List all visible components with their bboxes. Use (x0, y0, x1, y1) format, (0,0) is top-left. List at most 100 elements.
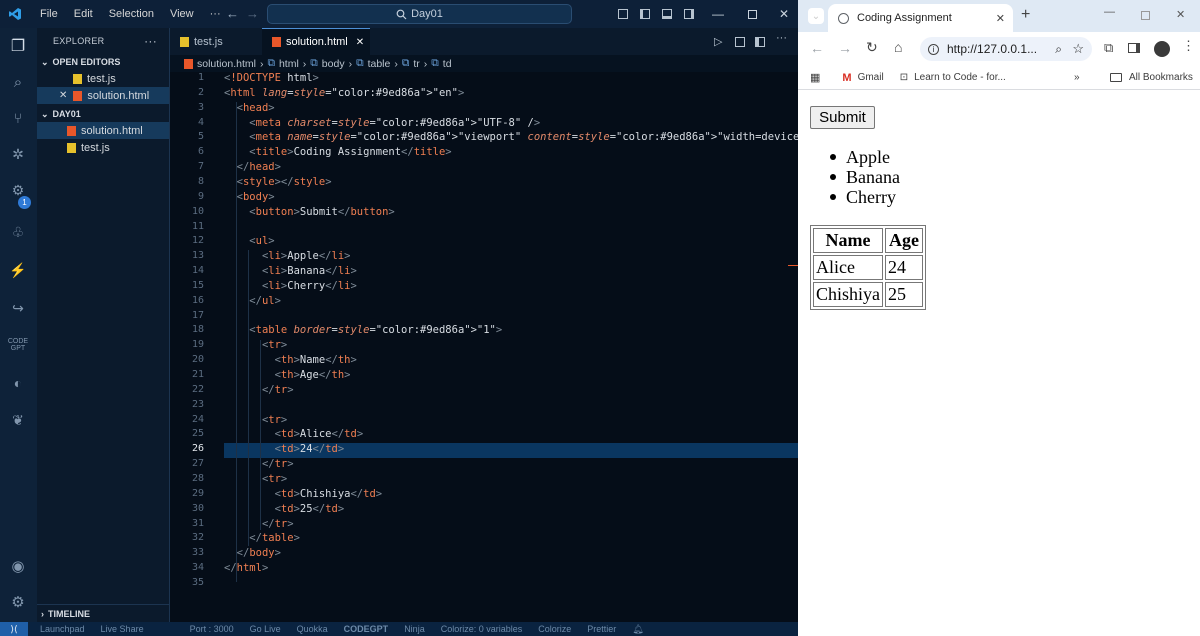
chrome-tab[interactable]: Coding Assignment ✕ (828, 4, 1013, 32)
menu-edit[interactable]: Edit (66, 8, 101, 20)
file-test-js[interactable]: test.js (37, 139, 169, 156)
tab-test-js[interactable]: test.js (170, 28, 260, 55)
reload-icon[interactable]: ↻ (866, 39, 878, 56)
maximize-icon[interactable] (1141, 11, 1150, 20)
breadcrumb-item[interactable]: solution.html (197, 58, 256, 70)
toggle-secondary-icon[interactable] (684, 9, 694, 19)
breadcrumb-item[interactable]: html (279, 58, 299, 70)
close-icon[interactable]: ✕ (779, 7, 789, 21)
home-icon[interactable]: ⌂ (894, 39, 902, 55)
status-launchpad[interactable]: Launchpad (40, 624, 85, 634)
open-preview-icon[interactable] (755, 37, 765, 47)
forward-arrow-icon[interactable]: → (246, 6, 259, 21)
source-control-icon[interactable]: ⑂ (6, 106, 30, 130)
menu-view[interactable]: View (162, 8, 202, 20)
code-line: <td>24</td> (274, 443, 345, 456)
bookmark-all[interactable]: All Bookmarks (1129, 72, 1193, 83)
breadcrumb-item[interactable]: tr (413, 58, 419, 70)
chrome-menu-icon[interactable]: ⋮ (1182, 38, 1195, 54)
rendered-page: Submit Apple Banana Cherry Name Age Alic… (798, 90, 1200, 636)
minimize-icon[interactable]: — (1104, 6, 1115, 18)
bookmark-gmail[interactable]: Gmail (858, 72, 884, 83)
forward-icon[interactable]: → (838, 40, 852, 56)
folder-section[interactable]: ⌄ DAY01 (37, 106, 169, 122)
open-editor-test-js[interactable]: test.js (37, 70, 169, 87)
command-center[interactable]: Day01 (267, 4, 572, 24)
open-editors-section[interactable]: ⌄ OPEN EDITORS (37, 54, 169, 70)
toggle-sidebar-icon[interactable] (640, 9, 650, 19)
code-line: <tr> (261, 413, 288, 426)
maximize-icon[interactable] (748, 9, 757, 19)
menu-selection[interactable]: Selection (101, 8, 162, 20)
open-editor-solution-html[interactable]: ✕ solution.html (37, 87, 169, 104)
submit-button[interactable]: Submit (810, 106, 875, 129)
zoom-icon[interactable]: ⌕ (1055, 42, 1062, 57)
code-editor[interactable]: 1 2 3 4 5 6 7 8 9 10 11 12 13 14 15 16 17 18 19 20 21 22 23 24 2… (170, 72, 983, 622)
minimize-icon[interactable]: — (712, 7, 724, 21)
menu-more[interactable]: ··· (202, 8, 229, 20)
back-arrow-icon[interactable]: ← (226, 6, 239, 21)
vscode-window: File Edit Selection View ··· ← → Day01 —… (0, 0, 983, 636)
codegpt-icon[interactable]: CODE GPT (6, 333, 30, 357)
close-icon[interactable]: ✕ (1176, 8, 1185, 21)
address-bar[interactable]: i http://127.0.0.1... ⌕ ☆ (920, 37, 1092, 61)
notification-bell-icon[interactable]: 🔔︎ (632, 624, 643, 635)
back-icon[interactable]: ← (810, 40, 824, 56)
new-tab-icon[interactable]: + (1021, 6, 1030, 24)
extensions-puzzle-icon[interactable]: ⧉ (1104, 40, 1113, 56)
split-view-icon[interactable] (1128, 43, 1140, 53)
toggle-panel-icon[interactable] (662, 9, 672, 19)
breadcrumb-item[interactable]: table (368, 58, 391, 70)
explorer-icon[interactable]: ❐ (6, 34, 30, 58)
explorer-more-icon[interactable]: ··· (144, 34, 157, 48)
settings-gear-icon[interactable]: ⚙ (6, 590, 30, 614)
tab-search-icon[interactable]: ⌄ (808, 8, 824, 24)
close-tab-icon[interactable]: ✕ (996, 12, 1005, 25)
html-file-icon (184, 58, 193, 69)
status-port[interactable]: Port : 3000 (190, 624, 234, 634)
python-icon[interactable]: ♧ (6, 220, 30, 244)
bookmark-learn-to-code[interactable]: Learn to Code - for... (914, 72, 1006, 83)
menu-bar: File Edit Selection View ··· (32, 0, 229, 28)
breadcrumb-item[interactable]: td (443, 58, 452, 70)
chevron-right-icon: › (41, 608, 44, 619)
breadcrumb-item[interactable]: body (322, 58, 345, 70)
status-codegpt[interactable]: CODEGPT (344, 624, 389, 634)
apps-grid-icon[interactable]: ▦ (810, 71, 820, 84)
remote-share-icon[interactable]: ↪ (6, 296, 30, 320)
line-number: 18 (191, 324, 204, 336)
search-activity-icon[interactable]: ⌕ (6, 70, 30, 94)
bookmark-star-icon[interactable]: ☆ (1072, 41, 1084, 57)
split-editor-icon[interactable] (735, 37, 745, 47)
breadcrumb-sep-icon: › (302, 57, 307, 70)
status-live-share[interactable]: Live Share (101, 624, 144, 634)
layout-grid-icon[interactable] (618, 9, 628, 19)
account-icon[interactable]: ◉ (6, 554, 30, 578)
close-editor-icon[interactable]: ✕ (59, 90, 67, 101)
toggle-icon[interactable]: ◐ (6, 371, 30, 395)
remote-indicator-icon[interactable]: ⟩⟨ (0, 622, 28, 636)
code-line: <td>Alice</td> (274, 428, 364, 441)
status-colorize-vars[interactable]: Colorize: 0 variables (441, 624, 523, 634)
status-colorize[interactable]: Colorize (538, 624, 571, 634)
profile-avatar[interactable] (1154, 41, 1170, 57)
status-ninja[interactable]: Ninja (404, 624, 425, 634)
run-icon[interactable]: ▷ (714, 35, 722, 48)
status-go-live[interactable]: Go Live (250, 624, 281, 634)
tab-solution-html[interactable]: solution.html ✕ (262, 28, 370, 55)
close-tab-icon[interactable]: ✕ (356, 37, 364, 48)
info-icon: i (928, 43, 939, 55)
line-number: 16 (191, 294, 204, 306)
status-prettier[interactable]: Prettier (587, 624, 616, 634)
debug-icon[interactable]: ✲ (6, 142, 30, 166)
more-bookmarks-icon[interactable]: » (1074, 72, 1080, 83)
leaf-icon[interactable]: ❦ (6, 408, 30, 432)
line-number: 3 (197, 101, 204, 113)
lightning-icon[interactable]: ⚡ (6, 258, 30, 282)
timeline-section[interactable]: › TIMELINE (37, 604, 170, 622)
file-solution-html[interactable]: solution.html (37, 122, 169, 139)
menu-file[interactable]: File (32, 8, 66, 20)
status-quokka[interactable]: Quokka (297, 624, 328, 634)
code-line: <style></style> (236, 175, 332, 188)
more-actions-icon[interactable]: ··· (776, 32, 787, 44)
